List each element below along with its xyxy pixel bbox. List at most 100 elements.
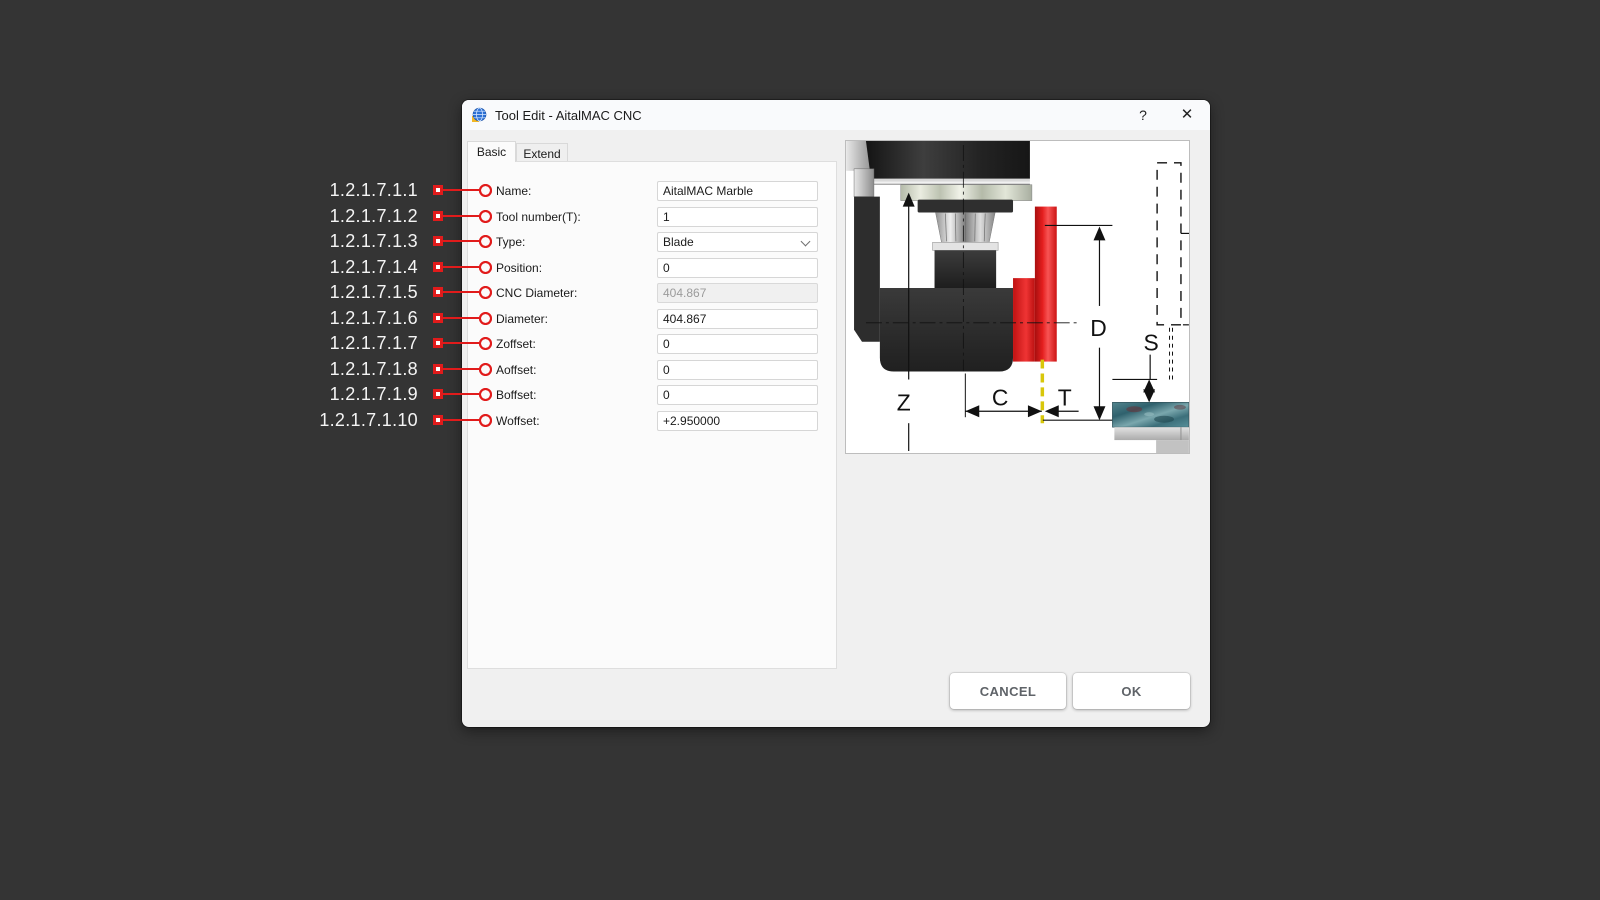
zoffset-field[interactable] — [657, 334, 818, 354]
callout-label: 1.2.1.7.1.8 — [330, 359, 418, 380]
callout-line — [443, 189, 479, 191]
diagram-ghost-outline — [1157, 163, 1181, 325]
callout-label: 1.2.1.7.1.9 — [330, 384, 418, 405]
field-label: Zoffset: — [496, 337, 536, 351]
callout-square-marker[interactable] — [433, 313, 443, 323]
field-label: Woffset: — [496, 414, 540, 428]
help-button[interactable]: ? — [1130, 100, 1156, 130]
diagram-blade-hub — [1013, 278, 1035, 361]
field-label: Boffset: — [496, 388, 536, 402]
aoffset-field[interactable] — [657, 360, 818, 380]
diameter-field[interactable] — [657, 309, 818, 329]
field-label: CNC Diameter: — [496, 286, 577, 300]
callout-row: 1.2.1.7.1.1 — [288, 180, 492, 200]
position-field[interactable] — [657, 258, 818, 278]
diagram-bracket — [854, 197, 880, 342]
diagram-tool-holder — [935, 250, 997, 290]
form-row-name: Name: — [468, 181, 836, 201]
callout-square-marker[interactable] — [433, 262, 443, 272]
callout-line — [443, 368, 479, 370]
cnc-diameter-field — [657, 283, 818, 303]
chevron-down-icon — [801, 237, 811, 247]
callout-label: 1.2.1.7.1.5 — [330, 282, 418, 303]
callout-square-marker[interactable] — [433, 236, 443, 246]
dim-label-z: Z — [897, 389, 911, 415]
callout-circle[interactable] — [479, 184, 492, 197]
dim-label-c: C — [992, 384, 1009, 410]
callout-circle[interactable] — [479, 363, 492, 376]
close-icon[interactable]: ✕ — [1174, 100, 1200, 130]
callout-line — [443, 215, 479, 217]
form-row-type: Type: Blade — [468, 232, 836, 252]
callout-circle[interactable] — [479, 210, 492, 223]
tool-edit-dialog: Tool Edit - AitalMAC CNC ? ✕ Basic Exten… — [462, 100, 1210, 727]
callout-label: 1.2.1.7.1.4 — [330, 257, 418, 278]
dim-label-d: D — [1090, 315, 1107, 341]
callout-label: 1.2.1.7.1.3 — [330, 231, 418, 252]
field-label: Diameter: — [496, 312, 548, 326]
callout-line — [443, 419, 479, 421]
basic-tab-panel: Name: Tool number(T): Type: Blade Positi… — [467, 161, 837, 669]
callout-square-marker[interactable] — [433, 211, 443, 221]
diagram-motor-body — [880, 288, 1013, 371]
dialog-titlebar[interactable]: Tool Edit - AitalMAC CNC ? ✕ — [462, 100, 1210, 130]
callout-circle[interactable] — [479, 414, 492, 427]
callout-circle[interactable] — [479, 286, 492, 299]
type-dropdown[interactable]: Blade — [657, 232, 818, 252]
diagram-metal-ring — [901, 185, 1032, 201]
tab-basic[interactable]: Basic — [467, 141, 516, 162]
field-label: Type: — [496, 235, 525, 249]
boffset-field[interactable] — [657, 385, 818, 405]
form-row-tool-number: Tool number(T): — [468, 207, 836, 227]
callout-row: 1.2.1.7.1.5 — [288, 282, 492, 302]
callout-circle[interactable] — [479, 312, 492, 325]
field-label: Position: — [496, 261, 542, 275]
callout-row: 1.2.1.7.1.7 — [288, 333, 492, 353]
callout-circle[interactable] — [479, 261, 492, 274]
callout-label: 1.2.1.7.1.10 — [319, 410, 418, 431]
callout-row: 1.2.1.7.1.9 — [288, 384, 492, 404]
callout-row: 1.2.1.7.1.8 — [288, 359, 492, 379]
woffset-field[interactable] — [657, 411, 818, 431]
callout-line — [443, 240, 479, 242]
form-row-zoffset: Zoffset: — [468, 334, 836, 354]
callout-row: 1.2.1.7.1.6 — [288, 308, 492, 328]
tool-diagram-svg: Z D C T S — [846, 141, 1189, 453]
callout-circle[interactable] — [479, 235, 492, 248]
callout-square-marker[interactable] — [433, 287, 443, 297]
form-row-cnc-diameter: CNC Diameter: — [468, 283, 836, 303]
callout-line — [443, 317, 479, 319]
diagram-table — [1114, 427, 1189, 440]
callout-line — [443, 342, 479, 344]
callout-square-marker[interactable] — [433, 338, 443, 348]
callout-line — [443, 266, 479, 268]
tool-number-field[interactable] — [657, 207, 818, 227]
callout-label: 1.2.1.7.1.2 — [330, 206, 418, 227]
callout-square-marker[interactable] — [433, 185, 443, 195]
callout-circle[interactable] — [479, 337, 492, 350]
callout-row: 1.2.1.7.1.2 — [288, 206, 492, 226]
field-label: Aoffset: — [496, 363, 536, 377]
callout-square-marker[interactable] — [433, 415, 443, 425]
diagram-pedestal — [1156, 440, 1189, 453]
callout-circle[interactable] — [479, 388, 492, 401]
form-row-position: Position: — [468, 258, 836, 278]
diagram-spindle-disc — [866, 141, 1030, 179]
callout-line — [443, 393, 479, 395]
callout-row: 1.2.1.7.1.10 — [288, 410, 492, 430]
cancel-button[interactable]: CANCEL — [950, 673, 1066, 709]
diagram-blade — [1035, 207, 1057, 362]
form-row-aoffset: Aoffset: — [468, 360, 836, 380]
callout-square-marker[interactable] — [433, 389, 443, 399]
callout-square-marker[interactable] — [433, 364, 443, 374]
name-field[interactable] — [657, 181, 818, 201]
field-label: Tool number(T): — [496, 210, 581, 224]
ok-button[interactable]: OK — [1073, 673, 1190, 709]
field-label: Name: — [496, 184, 531, 198]
callout-label: 1.2.1.7.1.1 — [330, 180, 418, 201]
callout-label: 1.2.1.7.1.6 — [330, 308, 418, 329]
dim-label-t: T — [1058, 384, 1072, 410]
type-dropdown-value: Blade — [663, 235, 694, 249]
tool-diagram-image: Z D C T S — [845, 140, 1190, 454]
globe-icon — [471, 107, 487, 123]
